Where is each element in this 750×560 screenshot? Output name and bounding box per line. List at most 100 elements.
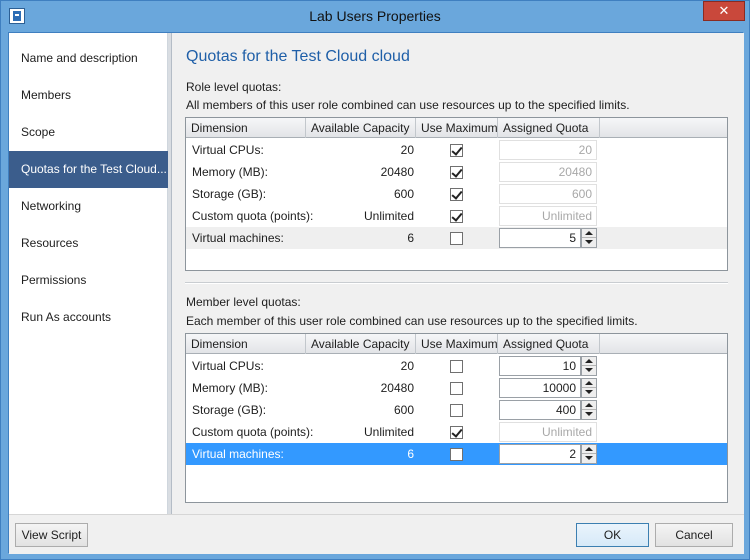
nav-item-run-as-accounts[interactable]: Run As accounts	[9, 299, 168, 336]
capacity-cell: 600	[393, 403, 414, 417]
use-maximum-checkbox[interactable]	[450, 188, 463, 201]
spin-up-icon[interactable]	[582, 357, 596, 366]
title-bar[interactable]: Lab Users Properties ✕	[1, 1, 749, 31]
role-quota-grid: Dimension Available Capacity Use Maximum…	[185, 117, 728, 271]
table-row[interactable]: Custom quota (points): Unlimited Unlimit…	[186, 421, 727, 443]
spin-up-icon[interactable]	[582, 445, 596, 454]
spin-up-icon[interactable]	[582, 379, 596, 388]
grid-header: Dimension Available Capacity Use Maximum…	[186, 118, 727, 138]
column-use-maximum[interactable]: Use Maximum	[416, 118, 498, 138]
dialog-footer: View Script OK Cancel	[9, 514, 744, 554]
nav-item-permissions[interactable]: Permissions	[9, 262, 168, 299]
assigned-quota-field: 600	[499, 184, 597, 204]
dimension-cell: Memory (MB):	[192, 165, 268, 179]
column-available-capacity[interactable]: Available Capacity	[306, 118, 416, 138]
dimension-cell: Memory (MB):	[192, 381, 268, 395]
table-row[interactable]: Memory (MB): 20480 20480	[186, 161, 727, 183]
nav-item-quotas[interactable]: Quotas for the Test Cloud...	[9, 151, 168, 188]
nav-item-members[interactable]: Members	[9, 77, 168, 114]
spin-down-icon[interactable]	[582, 454, 596, 463]
section-divider	[185, 282, 728, 284]
table-row[interactable]: Virtual machines: 6 5	[186, 227, 727, 249]
spin-up-icon[interactable]	[582, 401, 596, 410]
grid-header: Dimension Available Capacity Use Maximum…	[186, 334, 727, 354]
member-quotas-label: Member level quotas:	[186, 295, 301, 309]
capacity-cell: 20480	[380, 165, 414, 179]
table-row[interactable]: Custom quota (points): Unlimited Unlimit…	[186, 205, 727, 227]
assigned-quota-input[interactable]: 10	[499, 356, 581, 376]
quota-spinner[interactable]	[581, 444, 597, 464]
cancel-button[interactable]: Cancel	[655, 523, 733, 547]
capacity-cell: Unlimited	[363, 425, 414, 439]
use-maximum-checkbox[interactable]	[450, 166, 463, 179]
view-script-button[interactable]: View Script	[15, 523, 88, 547]
dimension-cell: Virtual CPUs:	[192, 359, 264, 373]
assigned-quota-input[interactable]: 2	[499, 444, 581, 464]
capacity-cell: 600	[393, 187, 414, 201]
column-use-maximum[interactable]: Use Maximum	[416, 334, 498, 354]
member-quotas-description: Each member of this user role combined c…	[186, 314, 638, 328]
dialog-client: Name and description Members Scope Quota…	[8, 32, 744, 554]
use-maximum-checkbox[interactable]	[450, 426, 463, 439]
table-row[interactable]: Virtual CPUs: 20 20	[186, 139, 727, 161]
use-maximum-checkbox[interactable]	[450, 448, 463, 461]
role-quotas-description: All members of this user role combined c…	[186, 98, 630, 112]
use-maximum-checkbox[interactable]	[450, 382, 463, 395]
nav-item-name-and-description[interactable]: Name and description	[9, 40, 168, 77]
use-maximum-checkbox[interactable]	[450, 360, 463, 373]
spin-down-icon[interactable]	[582, 238, 596, 247]
dimension-cell: Custom quota (points):	[192, 425, 314, 439]
assigned-quota-input[interactable]: 5	[499, 228, 581, 248]
column-assigned-quota[interactable]: Assigned Quota	[498, 334, 600, 354]
ok-button[interactable]: OK	[576, 523, 649, 547]
dimension-cell: Storage (GB):	[192, 187, 267, 201]
use-maximum-checkbox[interactable]	[450, 232, 463, 245]
sidebar-nav: Name and description Members Scope Quota…	[9, 33, 168, 514]
nav-item-scope[interactable]: Scope	[9, 114, 168, 151]
assigned-quota-input[interactable]: 10000	[499, 378, 581, 398]
use-maximum-checkbox[interactable]	[450, 144, 463, 157]
capacity-cell: Unlimited	[363, 209, 414, 223]
table-row[interactable]: Virtual CPUs: 20 10	[186, 355, 727, 377]
nav-item-networking[interactable]: Networking	[9, 188, 168, 225]
table-row[interactable]: Virtual machines: 6 2	[186, 443, 727, 465]
assigned-quota-field: Unlimited	[499, 422, 597, 442]
nav-splitter[interactable]	[168, 33, 172, 514]
capacity-cell: 20480	[380, 381, 414, 395]
close-button[interactable]: ✕	[703, 1, 745, 21]
table-row[interactable]: Memory (MB): 20480 10000	[186, 377, 727, 399]
assigned-quota-input[interactable]: 400	[499, 400, 581, 420]
table-row[interactable]: Storage (GB): 600 600	[186, 183, 727, 205]
close-icon: ✕	[718, 3, 730, 18]
column-assigned-quota[interactable]: Assigned Quota	[498, 118, 600, 138]
member-quota-grid: Dimension Available Capacity Use Maximum…	[185, 333, 728, 503]
table-row[interactable]: Storage (GB): 600 400	[186, 399, 727, 421]
column-dimension[interactable]: Dimension	[186, 118, 306, 138]
capacity-cell: 6	[407, 231, 414, 245]
spin-down-icon[interactable]	[582, 410, 596, 419]
column-dimension[interactable]: Dimension	[186, 334, 306, 354]
quota-spinner[interactable]	[581, 228, 597, 248]
capacity-cell: 20	[400, 359, 414, 373]
nav-item-resources[interactable]: Resources	[9, 225, 168, 262]
dimension-cell: Virtual machines:	[192, 231, 284, 245]
dimension-cell: Virtual machines:	[192, 447, 284, 461]
quotas-panel: Quotas for the Test Cloud cloud Role lev…	[173, 33, 744, 514]
page-title: Quotas for the Test Cloud cloud	[186, 48, 410, 65]
quota-spinner[interactable]	[581, 356, 597, 376]
quota-spinner[interactable]	[581, 400, 597, 420]
properties-window: Lab Users Properties ✕ Name and descript…	[0, 0, 750, 560]
column-available-capacity[interactable]: Available Capacity	[306, 334, 416, 354]
dimension-cell: Virtual CPUs:	[192, 143, 264, 157]
role-quotas-label: Role level quotas:	[186, 80, 282, 94]
quota-spinner[interactable]	[581, 378, 597, 398]
spin-down-icon[interactable]	[582, 388, 596, 397]
assigned-quota-field: Unlimited	[499, 206, 597, 226]
use-maximum-checkbox[interactable]	[450, 210, 463, 223]
spin-down-icon[interactable]	[582, 366, 596, 375]
window-title: Lab Users Properties	[309, 8, 441, 24]
use-maximum-checkbox[interactable]	[450, 404, 463, 417]
dimension-cell: Storage (GB):	[192, 403, 267, 417]
spin-up-icon[interactable]	[582, 229, 596, 238]
assigned-quota-field: 20480	[499, 162, 597, 182]
